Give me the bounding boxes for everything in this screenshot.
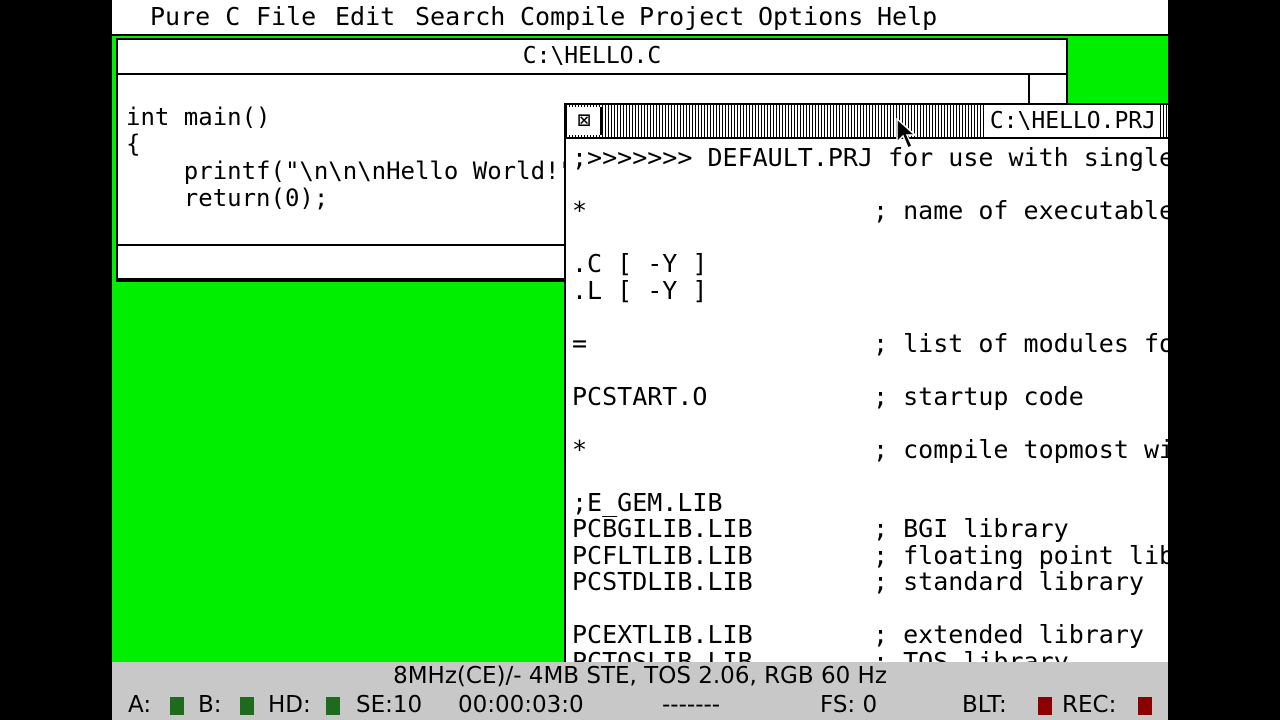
drive-a-label: A: [128,692,152,718]
project-line [572,172,1168,199]
drive-b-led-icon [240,697,254,715]
fs-counter: FS: 0 [820,692,878,718]
emulator-screen: Pure C File Edit Search Compile Project … [112,0,1168,662]
project-line: * ; compile topmost window [572,434,1168,464]
menu-bar: Pure C File Edit Search Compile Project … [112,0,1168,36]
project-line [572,225,1168,252]
editor-scrollbar[interactable] [1028,75,1030,105]
project-line: PCEXTLIB.LIB ; extended library [572,620,1144,649]
project-line: PCBGILIB.LIB ; BGI library [572,514,1069,543]
project-line: = ; list of modules follows. [572,328,1168,358]
status-dashes: ------- [662,692,721,718]
project-title-bar[interactable]: ⊠ C:\HELLO.PRJ [566,105,1168,139]
hd-label: HD: [268,692,311,718]
menu-options[interactable]: Options [758,0,863,34]
project-line: .L [ -Y ] [572,275,708,305]
menu-search[interactable]: Search [415,0,505,34]
project-line: ;>>>>>>> DEFAULT.PRJ for use with single… [572,143,1168,172]
drive-a-led-icon [170,697,184,715]
project-window[interactable]: ⊠ C:\HELLO.PRJ ;>>>>>>> DEFAULT.PRJ for … [564,103,1168,662]
menu-help[interactable]: Help [877,0,937,34]
editor-title: C:\HELLO.C [522,43,662,69]
project-line: ;E_GEM.LIB [572,487,723,517]
menu-file[interactable]: File [256,0,316,34]
blt-label: BLT: [962,692,1007,718]
blt-led-icon [1038,697,1052,715]
editor-title-bar[interactable]: C:\HELLO.C [118,40,1066,75]
menu-edit[interactable]: Edit [335,0,395,34]
project-line: PCSTDLIB.LIB ; standard library [572,567,1144,596]
mouse-pointer-icon [896,118,916,150]
project-line [572,463,1168,490]
project-line [572,304,1168,331]
close-icon[interactable]: ⊠ [568,107,602,135]
se-counter: SE:10 [356,692,423,718]
editor-code[interactable]: int main() { printf("\n\n\nHello World!"… [126,104,603,212]
elapsed-time: 00:00:03:0 [458,692,584,718]
project-line: PCTOSLIB.LIB ; TOS library [572,646,1069,662]
rec-label: REC: [1062,692,1117,718]
project-line [572,357,1168,384]
project-line: * ; name of executable progr [572,196,1168,225]
project-line [572,410,1168,437]
menu-pure-c[interactable]: Pure C [150,0,240,34]
menu-compile[interactable]: Compile [520,0,625,34]
project-line [572,596,1168,623]
rec-led-icon [1138,697,1152,715]
project-line: .C [ -Y ] [572,249,708,278]
emulator-status-bar: A: B: HD: SE:10 00:00:03:0 ------- FS: 0… [112,690,1168,720]
project-line: PCFLTLIB.LIB ; floating point library [572,540,1168,570]
project-title: C:\HELLO.PRJ [985,105,1160,137]
emulator-status-line: 8MHz(CE)/- 4MB STE, TOS 2.06, RGB 60 Hz [112,662,1168,690]
hd-led-icon [326,697,340,715]
project-file-content[interactable]: ;>>>>>>> DEFAULT.PRJ for use with single… [572,143,1168,662]
menu-project[interactable]: Project [639,0,744,34]
drive-b-label: B: [198,692,222,718]
project-line: PCSTART.O ; startup code [572,381,1084,411]
